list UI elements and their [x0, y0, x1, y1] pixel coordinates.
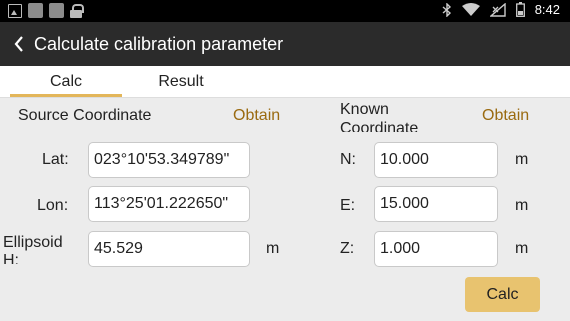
source-obtain-button[interactable]: Obtain [233, 107, 280, 125]
n-input[interactable]: 10.000 [374, 142, 498, 178]
known-obtain-button[interactable]: Obtain [482, 107, 529, 125]
n-label: N: [340, 151, 356, 168]
status-time: 8:42 [534, 2, 560, 17]
app-bar: Calculate calibration parameter [0, 22, 570, 66]
battery-icon [515, 2, 525, 17]
z-unit: m [515, 240, 529, 257]
bluetooth-icon [442, 2, 451, 17]
lat-input[interactable]: 023°10'53.349789" [88, 142, 250, 178]
source-coordinate-heading: Source Coordinate [18, 107, 152, 124]
lon-input[interactable]: 113°25'01.222650" [88, 186, 250, 222]
tab-result[interactable]: Result [125, 66, 237, 98]
known-coordinate-heading: Known Coordinate [340, 101, 419, 132]
z-input[interactable]: 1.000 [374, 231, 498, 267]
tab-bar: Calc Result [0, 66, 570, 98]
chevron-left-icon [14, 36, 23, 52]
notification-icons [8, 3, 84, 18]
ellipsoid-h-unit: m [266, 240, 280, 257]
tab-calc[interactable]: Calc [10, 66, 122, 98]
ellipsoid-h-input[interactable]: 45.529 [88, 231, 250, 267]
page-title: Calculate calibration parameter [34, 33, 284, 54]
e-label: E: [340, 197, 356, 214]
status-bar: 8:42 [0, 0, 570, 22]
system-icons: 8:42 [442, 2, 560, 17]
lon-label: Lon: [37, 197, 69, 214]
app-notification-icon [49, 3, 64, 18]
lat-label: Lat: [42, 151, 69, 168]
lock-icon [70, 3, 84, 18]
ellipsoid-h-label: Ellipsoid H: [3, 234, 63, 264]
app-notification-icon [28, 3, 43, 18]
e-unit: m [515, 197, 529, 214]
image-icon [8, 3, 22, 18]
n-unit: m [515, 151, 529, 168]
back-button[interactable] [4, 22, 34, 66]
calc-button[interactable]: Calc [465, 277, 540, 312]
z-label: Z: [340, 240, 355, 257]
e-input[interactable]: 15.000 [374, 186, 498, 222]
signal-off-icon [489, 2, 506, 17]
wifi-icon [461, 2, 480, 16]
